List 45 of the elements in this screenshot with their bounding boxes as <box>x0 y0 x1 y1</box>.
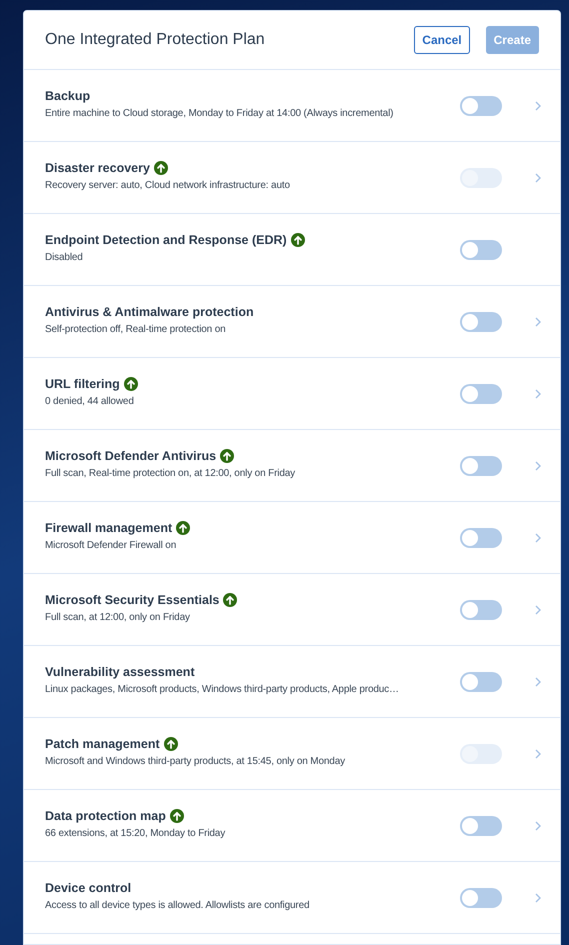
chevron-right-icon[interactable] <box>534 316 542 328</box>
module-description: Entire machine to Cloud storage, Monday to Friday at 14:00 (Always incremental) <box>45 108 394 118</box>
module-description: Access to all device types is allowed. Allowlists are configured <box>45 900 310 910</box>
chevron-right-icon[interactable] <box>534 820 542 832</box>
toggle-switch[interactable] <box>460 528 502 548</box>
toggle-switch[interactable] <box>460 672 502 692</box>
cancel-button[interactable]: Cancel <box>414 26 470 54</box>
module-name: Device control <box>45 880 132 894</box>
chevron-right-icon[interactable] <box>534 604 542 616</box>
toggle-switch[interactable] <box>460 96 502 116</box>
module-name: Disaster recovery <box>45 160 150 174</box>
chevron-right-icon[interactable] <box>534 100 542 112</box>
toggle-switch[interactable] <box>460 888 502 908</box>
chevron-right-icon[interactable] <box>534 676 542 688</box>
module-name: Firewall management <box>45 520 172 534</box>
module-description: 66 extensions, at 15:20, Monday to Friday <box>45 828 226 838</box>
chevron-right-icon[interactable] <box>534 388 542 400</box>
module-description: 0 denied, 44 allowed <box>45 396 135 406</box>
module-description: Disabled <box>45 252 84 262</box>
module-description: Microsoft Defender Firewall on <box>45 540 178 550</box>
toggle-switch[interactable] <box>460 816 502 836</box>
module-name: Data protection map <box>45 808 166 822</box>
module-description: Full scan, at 12:00, only on Friday <box>45 612 191 622</box>
module-description: Self-protection off, Real-time protection on <box>45 324 227 334</box>
chevron-right-icon[interactable] <box>534 532 542 544</box>
module-name: URL filtering <box>45 376 120 390</box>
toggle-switch[interactable] <box>460 384 502 404</box>
module-name: Backup <box>45 88 90 102</box>
module-description: Linux packages, Microsoft products, Windows third-party products, Apple produc… <box>45 684 400 694</box>
module-name: Antivirus & Antimalware protection <box>45 304 254 318</box>
module-name: Patch management <box>45 736 160 750</box>
toggle-switch[interactable] <box>460 312 502 332</box>
module-description: Full scan, Real-time protection on, at 12:00, only on Friday <box>45 468 296 478</box>
module-name: Endpoint Detection and Response (EDR) <box>45 232 287 246</box>
chevron-right-icon[interactable] <box>534 460 542 472</box>
module-description: Microsoft and Windows third-party products, at 15:45, only on Monday <box>45 756 346 766</box>
toggle-switch[interactable] <box>460 600 502 620</box>
toggle-switch[interactable] <box>460 240 502 260</box>
module-name: Microsoft Security Essentials <box>45 592 220 606</box>
module-description: Recovery server: auto, Cloud network infrastructure: auto <box>45 180 291 190</box>
chevron-right-icon[interactable] <box>534 892 542 904</box>
dialog-title: One Integrated Protection Plan <box>45 31 265 49</box>
module-name: Microsoft Defender Antivirus <box>45 448 216 462</box>
module-name: Vulnerability assessment <box>45 664 195 678</box>
toggle-switch[interactable] <box>460 456 502 476</box>
